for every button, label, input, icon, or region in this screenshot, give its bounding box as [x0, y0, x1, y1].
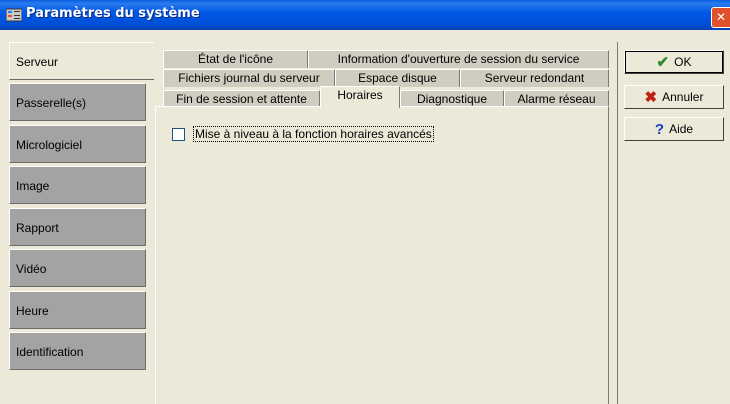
- tab-label: Serveur redondant: [484, 71, 585, 85]
- sidebar-item-image[interactable]: Image: [9, 166, 146, 204]
- tab-label: Diagnostique: [416, 92, 488, 106]
- tab-label: Alarme réseau: [517, 92, 596, 106]
- checkmark-icon: ✔: [656, 53, 670, 71]
- tab-horaires[interactable]: Horaires: [320, 86, 400, 108]
- tab-espace-disque[interactable]: Espace disque: [335, 69, 460, 87]
- sidebar-item-identification[interactable]: Identification: [9, 332, 146, 370]
- tab-label: Fichiers journal du serveur: [178, 71, 320, 85]
- sidebar-item-label: Heure: [16, 304, 49, 318]
- tab-information-ouverture-session[interactable]: Information d'ouverture de session du se…: [308, 50, 609, 68]
- sidebar-item-label: Identification: [16, 345, 84, 359]
- help-button-label: Aide: [669, 122, 694, 136]
- cancel-button[interactable]: ✖ Annuler: [624, 85, 724, 109]
- close-button[interactable]: ✕: [711, 7, 730, 28]
- window-title: Paramètres du système: [26, 6, 200, 21]
- advanced-schedule-option[interactable]: Mise à niveau à la fonction horaires ava…: [172, 126, 434, 142]
- tab-label: État de l'icône: [197, 52, 273, 66]
- help-button[interactable]: ? Aide: [624, 117, 724, 141]
- sidebar-item-label: Image: [16, 179, 50, 193]
- close-icon: ✕: [716, 10, 727, 24]
- tab-label: Horaires: [337, 88, 383, 102]
- tab-label: Information d'ouverture de session du se…: [337, 52, 580, 66]
- ok-button[interactable]: ✔ OK: [624, 50, 724, 74]
- sidebar-item-serveur[interactable]: Serveur: [9, 42, 154, 80]
- sidebar-item-label: Micrologiciel: [16, 138, 83, 152]
- sidebar-item-video[interactable]: Vidéo: [9, 249, 146, 287]
- tab-serveur-redondant[interactable]: Serveur redondant: [460, 69, 609, 87]
- advanced-schedule-checkbox[interactable]: [172, 127, 185, 141]
- advanced-schedule-label[interactable]: Mise à niveau à la fonction horaires ava…: [193, 126, 434, 142]
- settings-app-icon: [6, 8, 22, 22]
- sidebar-item-passerelles[interactable]: Passerelle(s): [9, 83, 146, 121]
- cancel-button-label: Annuler: [662, 90, 704, 104]
- sidebar-item-label: Vidéo: [16, 262, 47, 276]
- sidebar-item-label: Rapport: [16, 221, 59, 235]
- tab-etat-icone[interactable]: État de l'icône: [163, 50, 308, 68]
- tab-content-panel: [155, 106, 609, 404]
- sidebar-item-micrologiciel[interactable]: Micrologiciel: [9, 125, 146, 163]
- question-icon: ?: [654, 120, 665, 138]
- tab-fichiers-journal[interactable]: Fichiers journal du serveur: [163, 69, 335, 87]
- tab-label: Espace disque: [358, 71, 437, 85]
- sidebar: Serveur Passerelle(s) Micrologiciel Imag…: [9, 42, 154, 404]
- tab-label: Fin de session et attente: [176, 92, 307, 106]
- sidebar-item-label: Passerelle(s): [16, 96, 87, 110]
- sidebar-item-heure[interactable]: Heure: [9, 291, 146, 329]
- x-icon: ✖: [644, 88, 658, 106]
- title-bar: Paramètres du système ✕: [0, 0, 730, 30]
- ok-button-label: OK: [674, 55, 692, 69]
- sidebar-item-rapport[interactable]: Rapport: [9, 208, 146, 246]
- sidebar-item-label: Serveur: [16, 55, 59, 69]
